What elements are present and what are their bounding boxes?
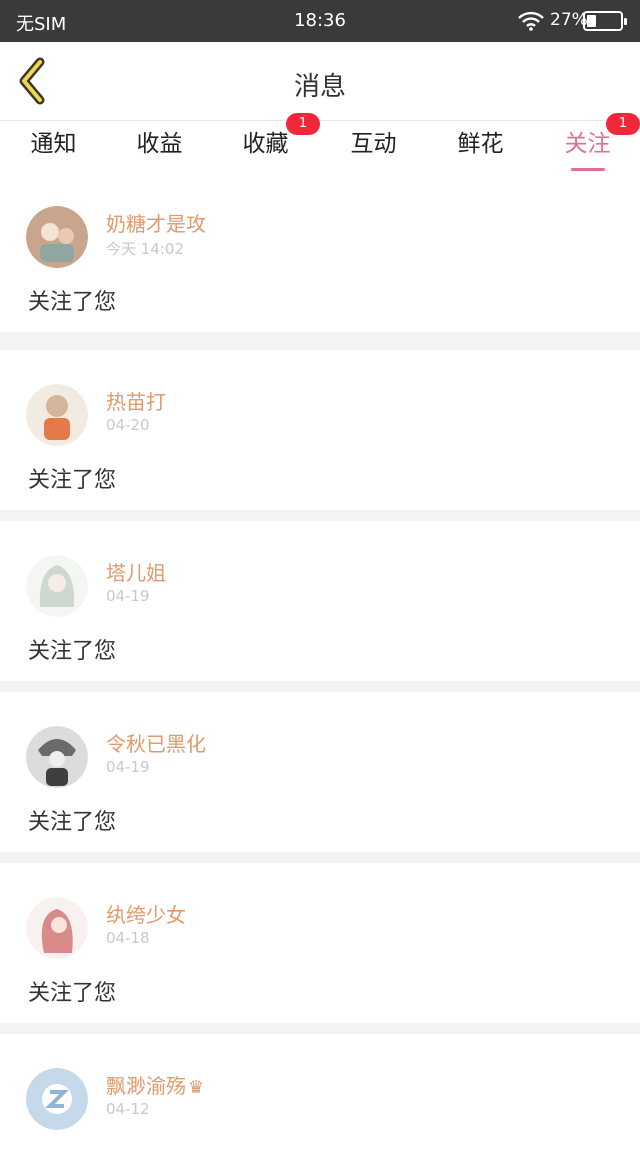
unread-badge: 1 — [286, 113, 320, 135]
message-time: 04-12 — [106, 1100, 150, 1118]
message-time: 04-19 — [106, 758, 150, 776]
user-name[interactable]: 飘渺渝殇 ♛ — [106, 1070, 204, 1099]
avatar-bg — [46, 395, 68, 417]
tab-bar: 通知 收益 收藏 1 互动 鲜花 关注 1 — [0, 113, 640, 173]
message-text: 关注了您 — [28, 290, 117, 315]
user-name[interactable]: 纨绔少女 — [106, 899, 186, 928]
tab-interactions[interactable]: 互动 — [320, 121, 427, 173]
message-text: 关注了您 — [28, 639, 117, 664]
message-item[interactable]: 飘渺渝殇 ♛ 04-12 — [0, 1034, 640, 1154]
message-item[interactable]: 塔儿姐 04-19 关注了您 — [0, 521, 640, 681]
message-item[interactable]: 热苗打 04-20 关注了您 — [0, 350, 640, 510]
avatar[interactable] — [26, 897, 88, 959]
unread-badge: 1 — [606, 113, 640, 135]
avatar[interactable] — [26, 384, 88, 446]
message-item[interactable]: 奶糖才是攻 今天 14:02 关注了您 — [0, 172, 640, 332]
message-text: 关注了您 — [28, 810, 117, 835]
avatar[interactable] — [26, 206, 88, 268]
tab-label: 收益 — [136, 131, 183, 157]
wifi-icon — [518, 11, 544, 31]
battery-level — [587, 15, 596, 27]
user-name-text: 飘渺渝殇 — [106, 1074, 186, 1098]
message-time: 今天 14:02 — [106, 240, 184, 258]
tab-favorites[interactable]: 收藏 1 — [212, 113, 320, 173]
message-text: 关注了您 — [28, 468, 117, 493]
tab-label: 鲜花 — [457, 131, 504, 157]
tab-flowers[interactable]: 鲜花 — [427, 121, 534, 173]
user-name[interactable]: 热苗打 — [106, 386, 166, 415]
user-name[interactable]: 塔儿姐 — [106, 557, 166, 586]
page-title: 消息 — [293, 72, 346, 102]
message-time: 04-18 — [106, 929, 150, 947]
active-tab-indicator — [571, 168, 605, 171]
tab-label: 收藏 — [242, 131, 289, 157]
status-bar: 无SIM 18:36 27% — [0, 0, 640, 42]
user-name[interactable]: 奶糖才是攻 — [106, 208, 206, 237]
crown-icon: ♛ — [188, 1077, 205, 1098]
tab-earnings[interactable]: 收益 — [106, 121, 213, 173]
user-name[interactable]: 令秋已黑化 — [106, 728, 206, 757]
message-item[interactable]: 令秋已黑化 04-19 关注了您 — [0, 692, 640, 852]
status-clock: 18:36 — [294, 10, 346, 31]
tab-label: 关注 — [564, 131, 611, 157]
message-time: 04-19 — [106, 587, 150, 605]
battery-icon — [583, 11, 627, 31]
tab-label: 通知 — [30, 131, 77, 157]
tab-notifications[interactable]: 通知 — [0, 121, 107, 173]
app-header: 消息 — [0, 42, 640, 120]
tab-follows[interactable]: 关注 1 — [534, 113, 640, 173]
message-text: 关注了您 — [28, 981, 117, 1006]
message-time: 04-20 — [106, 416, 150, 434]
avatar[interactable] — [26, 1068, 88, 1130]
avatar[interactable] — [26, 555, 88, 617]
tab-label: 互动 — [350, 131, 397, 157]
avatar[interactable] — [26, 726, 88, 788]
message-item[interactable]: 纨绔少女 04-18 关注了您 — [0, 863, 640, 1023]
